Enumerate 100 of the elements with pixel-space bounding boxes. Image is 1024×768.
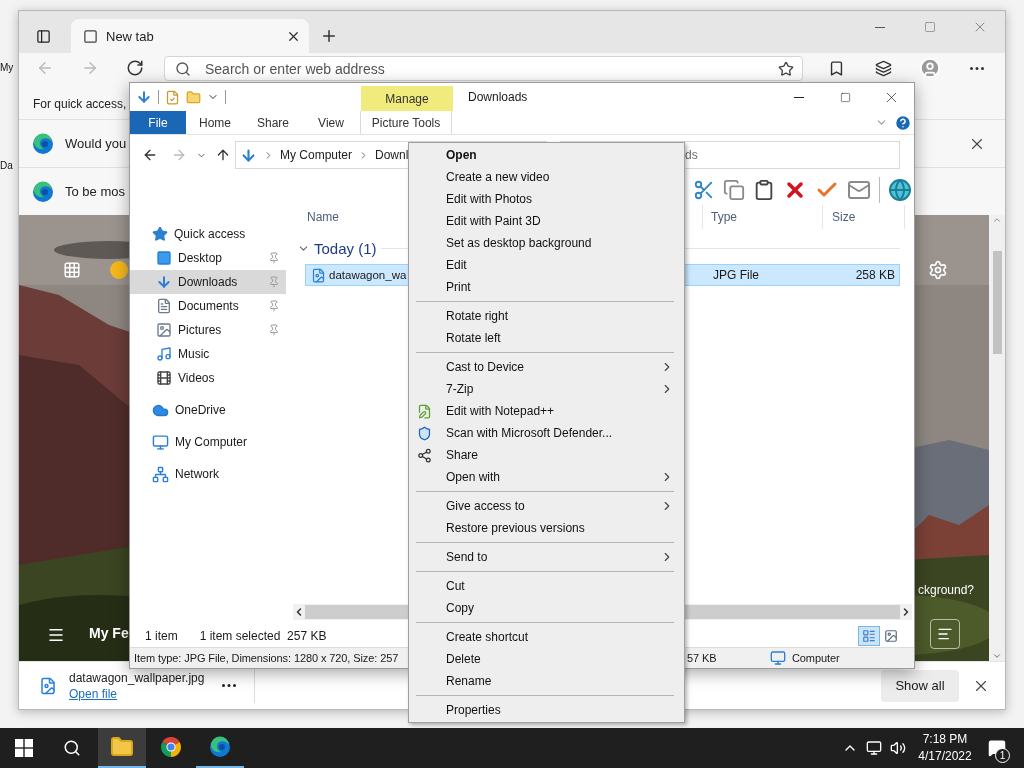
menu-item[interactable]: Share xyxy=(411,444,682,466)
nav-item[interactable]: Videos xyxy=(130,366,286,390)
notepad-icon xyxy=(417,403,432,419)
menu-item[interactable]: Rename xyxy=(411,670,682,692)
column-header[interactable]: Type xyxy=(703,205,823,229)
settings-icon[interactable] xyxy=(928,260,948,280)
menu-item[interactable]: Give access to xyxy=(411,495,682,517)
menu-item[interactable]: Print xyxy=(411,276,682,298)
notification-button[interactable]: 1 xyxy=(976,728,1018,768)
nav-item[interactable]: Pictures xyxy=(130,318,286,342)
window-title: Downloads xyxy=(468,89,528,106)
caret-up-icon xyxy=(992,215,1002,225)
nav-item[interactable]: Desktop xyxy=(130,246,286,270)
scissors-icon[interactable] xyxy=(693,179,715,201)
menu-item[interactable]: Rotate left xyxy=(411,327,682,349)
browser-tab[interactable]: New tab xyxy=(71,19,309,53)
monitor-icon xyxy=(770,650,786,666)
star-icon xyxy=(152,226,168,242)
menu-item[interactable]: Edit xyxy=(411,254,682,276)
layout-button[interactable] xyxy=(930,619,960,649)
browser-logo-icon xyxy=(31,131,55,156)
image-file-icon xyxy=(311,267,326,283)
favorites-hint: For quick access, xyxy=(33,97,127,111)
apps-grid-icon[interactable] xyxy=(63,261,81,279)
share-icon xyxy=(417,447,432,463)
open-file-link[interactable]: Open file xyxy=(69,686,205,701)
breadcrumb-item[interactable]: Downl xyxy=(375,148,409,162)
menu-item[interactable]: Rotate right xyxy=(411,305,682,327)
notification-text: To be mos xyxy=(65,184,125,199)
pin-icon xyxy=(268,252,280,264)
column-header[interactable]: Size xyxy=(823,205,905,229)
nav-item[interactable]: Documents xyxy=(130,294,286,318)
menu-item[interactable]: Copy xyxy=(411,597,682,619)
monitor-icon xyxy=(866,740,882,756)
favorite-star-icon[interactable] xyxy=(778,60,794,77)
address-input[interactable]: Search or enter web address xyxy=(203,59,766,78)
screen-icon xyxy=(156,250,172,266)
menu-item[interactable]: Cast to Device xyxy=(411,356,682,378)
scrollbar[interactable] xyxy=(989,215,1005,661)
nav-item[interactable]: Downloads xyxy=(130,270,286,294)
browser-logo-icon xyxy=(208,735,232,759)
copy-icon[interactable] xyxy=(723,179,745,201)
file-tab[interactable]: File xyxy=(130,111,186,134)
menu-item[interactable]: Scan with Microsoft Defender... xyxy=(411,422,682,444)
taskbar-app-button[interactable] xyxy=(98,728,146,768)
menu-item[interactable]: Edit with Notepad++ xyxy=(411,400,682,422)
clipboard-icon[interactable] xyxy=(753,179,775,201)
background-prompt: ckground? xyxy=(918,583,975,597)
list-view-icon xyxy=(862,629,876,643)
menu-item[interactable]: Open with xyxy=(411,466,682,488)
document-icon xyxy=(156,298,172,314)
menu-item[interactable]: Edit with Photos xyxy=(411,188,682,210)
network-icon xyxy=(152,465,169,483)
menu-item[interactable]: Set as desktop background xyxy=(411,232,682,254)
details-view-button[interactable] xyxy=(858,626,880,646)
details-text: Item type: JPG File, Dimensions: 1280 x 720, Size: 257 xyxy=(134,652,399,664)
monitor-icon xyxy=(152,433,169,451)
breadcrumb-item[interactable]: My Computer xyxy=(280,148,353,162)
windows-logo-icon[interactable] xyxy=(15,739,33,757)
caret-down-icon xyxy=(992,651,1002,661)
pin-icon xyxy=(268,324,280,336)
show-all-button[interactable]: Show all xyxy=(881,669,959,702)
scroll-thumb[interactable] xyxy=(992,251,1002,354)
menu-icon[interactable] xyxy=(47,626,65,644)
address-bar[interactable]: Search or enter web address xyxy=(164,56,803,81)
film-icon xyxy=(156,370,172,386)
menu-item[interactable]: Edit with Paint 3D xyxy=(411,210,682,232)
menu-item[interactable]: Send to xyxy=(411,546,682,568)
search-icon xyxy=(175,60,191,77)
menu-item[interactable]: Cut xyxy=(411,575,682,597)
file-name: datawagon_wa xyxy=(329,269,407,281)
nav-item[interactable]: Network xyxy=(130,462,286,486)
pin-icon xyxy=(268,276,280,288)
envelope-icon[interactable] xyxy=(847,178,871,202)
nav-item[interactable]: Quick access xyxy=(130,222,286,246)
layers-icon xyxy=(874,59,892,77)
menu-item[interactable]: Properties xyxy=(411,699,682,721)
feed-title: My Fe xyxy=(89,625,129,641)
menu-item[interactable]: Create a new video xyxy=(411,166,682,188)
nav-item[interactable]: Music xyxy=(130,342,286,366)
lines-icon xyxy=(937,626,953,642)
ribbon-tab[interactable]: Home xyxy=(186,111,244,134)
status-text: 1 item xyxy=(145,629,178,643)
properties-icon[interactable] xyxy=(165,89,180,105)
globe-icon[interactable] xyxy=(888,178,912,202)
menu-item[interactable]: Create shortcut xyxy=(411,626,682,648)
minimize-icon xyxy=(875,26,885,28)
menu-item[interactable]: 7-Zip xyxy=(411,378,682,400)
right-arrow-icon xyxy=(171,147,187,163)
folder-icon[interactable] xyxy=(110,735,134,759)
ribbon-tab[interactable]: Share xyxy=(244,111,302,134)
ribbon-tab[interactable]: Picture Tools xyxy=(360,111,452,134)
browser-logo-icon[interactable] xyxy=(159,735,183,759)
menu-item[interactable]: Restore previous versions xyxy=(411,517,682,539)
nav-item[interactable]: My Computer xyxy=(130,430,286,454)
ribbon-tab[interactable]: View xyxy=(302,111,360,134)
nav-item[interactable]: OneDrive xyxy=(130,398,286,422)
clock[interactable]: 7:18 PM 4/17/2022 xyxy=(914,731,976,765)
refresh-icon xyxy=(126,59,144,77)
menu-item[interactable]: Delete xyxy=(411,648,682,670)
